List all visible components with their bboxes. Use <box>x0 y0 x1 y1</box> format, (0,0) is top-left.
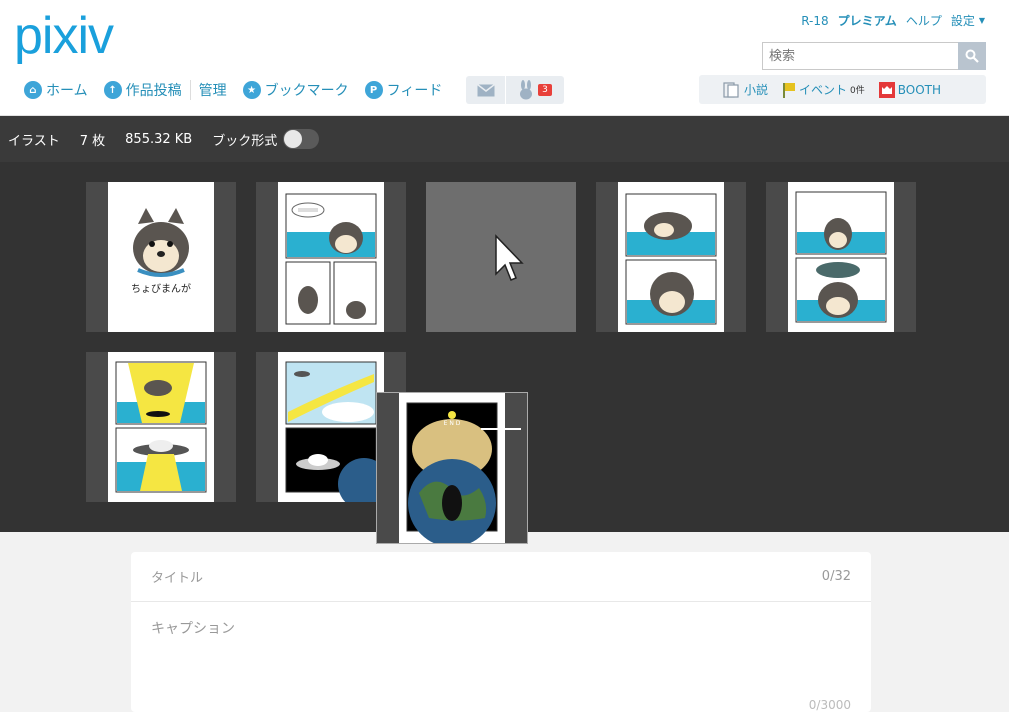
search-button[interactable] <box>958 42 986 70</box>
header: pixiv R-18 プレミアム ヘルプ 設定 ▼ ⌂ ホーム ↑ 作品投稿 管… <box>0 0 1009 116</box>
page-end-text: E N D <box>444 420 461 427</box>
upload-toolbar: イラスト 7 枚 855.32 KB ブック形式 <box>0 116 1009 162</box>
manga-page-thumbnail <box>278 352 390 510</box>
caption-field[interactable]: キャプション 0/3000 <box>131 602 871 712</box>
title-char-count: 0/32 <box>821 569 851 584</box>
work-type-label: イラスト <box>8 133 60 149</box>
manga-page-thumbnail <box>278 182 384 332</box>
novel-link[interactable]: 小説 <box>723 81 768 98</box>
main-nav: ⌂ ホーム ↑ 作品投稿 管理 ★ ブックマーク P フィード <box>24 80 458 100</box>
nav-bookmark[interactable]: ★ ブックマーク <box>242 80 349 100</box>
image-grid: ちょびまんが E N D <box>0 162 1009 547</box>
nav-divider <box>189 80 191 100</box>
nav-home-label: ホーム <box>46 83 88 99</box>
notification-badge: 3 <box>538 84 552 96</box>
search-bar <box>762 42 986 70</box>
search-icon <box>965 49 979 63</box>
manga-page-thumbnail <box>618 182 724 332</box>
nav-manage-label: 管理 <box>198 83 227 99</box>
nav-upload[interactable]: ↑ 作品投稿 <box>103 80 182 100</box>
notifications-button[interactable]: 3 <box>506 76 564 104</box>
image-tile[interactable] <box>766 182 916 332</box>
manga-page-thumbnail: ちょびまんが <box>108 182 214 332</box>
messages-button[interactable] <box>466 76 506 104</box>
top-links: R-18 プレミアム ヘルプ 設定 ▼ <box>801 12 985 29</box>
title-placeholder: タイトル <box>151 571 204 586</box>
feed-p-icon: P <box>364 81 383 99</box>
nav-upload-label: 作品投稿 <box>125 83 182 99</box>
notification-box: 3 <box>466 76 564 104</box>
cursor-arrow-icon <box>495 234 524 281</box>
work-info-form: タイトル 0/32 キャプション 0/3000 <box>131 552 871 712</box>
nav-bookmark-label: ブックマーク <box>264 83 349 99</box>
image-tile[interactable] <box>596 182 746 332</box>
event-label: イベント <box>799 83 848 97</box>
image-count: 7 枚 <box>79 133 106 149</box>
home-icon: ⌂ <box>24 81 42 99</box>
image-tile[interactable]: ちょびまんが <box>86 182 236 332</box>
help-link[interactable]: ヘルプ <box>906 12 942 29</box>
booth-label: BOOTH <box>897 82 942 97</box>
image-tile[interactable] <box>86 352 236 502</box>
add-image-plus-icon[interactable] <box>480 408 522 450</box>
nav-feed[interactable]: P フィード <box>364 80 443 100</box>
pixiv-logo[interactable]: pixiv <box>14 6 114 66</box>
event-link[interactable]: イベント 0件 <box>782 81 865 98</box>
book-mode-label: ブック形式 <box>212 133 278 149</box>
total-size: 855.32 KB <box>125 131 193 147</box>
book-icon <box>723 81 739 98</box>
upload-icon: ↑ <box>103 81 122 99</box>
star-icon: ★ <box>242 81 261 99</box>
rabbit-icon <box>520 80 533 100</box>
manga-page-thumbnail <box>788 182 894 332</box>
service-nav: 小説 イベント 0件 BOOTH <box>699 75 986 104</box>
manga-page-thumbnail <box>108 352 214 502</box>
event-count: 0件 <box>850 86 865 96</box>
novel-label: 小説 <box>744 83 769 97</box>
r18-link[interactable]: R-18 <box>801 14 828 28</box>
page-caption-text: ちょびまんが <box>131 282 191 295</box>
caption-placeholder: キャプション <box>151 621 235 637</box>
booth-icon <box>878 81 895 98</box>
search-input[interactable] <box>762 42 958 70</box>
nav-feed-label: フィード <box>386 83 443 99</box>
booth-link[interactable]: BOOTH <box>878 81 942 98</box>
caret-down-icon[interactable]: ▼ <box>979 16 985 25</box>
mail-icon <box>476 83 495 96</box>
nav-manage[interactable]: 管理 <box>199 80 227 100</box>
book-mode-toggle[interactable] <box>283 129 320 149</box>
settings-link[interactable]: 設定 <box>951 12 975 29</box>
caption-char-count: 0/3000 <box>808 698 851 712</box>
nav-home[interactable]: ⌂ ホーム <box>24 80 88 100</box>
title-field[interactable]: タイトル 0/32 <box>131 552 871 602</box>
flag-icon <box>783 82 796 98</box>
image-tile[interactable] <box>256 182 406 332</box>
premium-link[interactable]: プレミアム <box>838 12 897 29</box>
